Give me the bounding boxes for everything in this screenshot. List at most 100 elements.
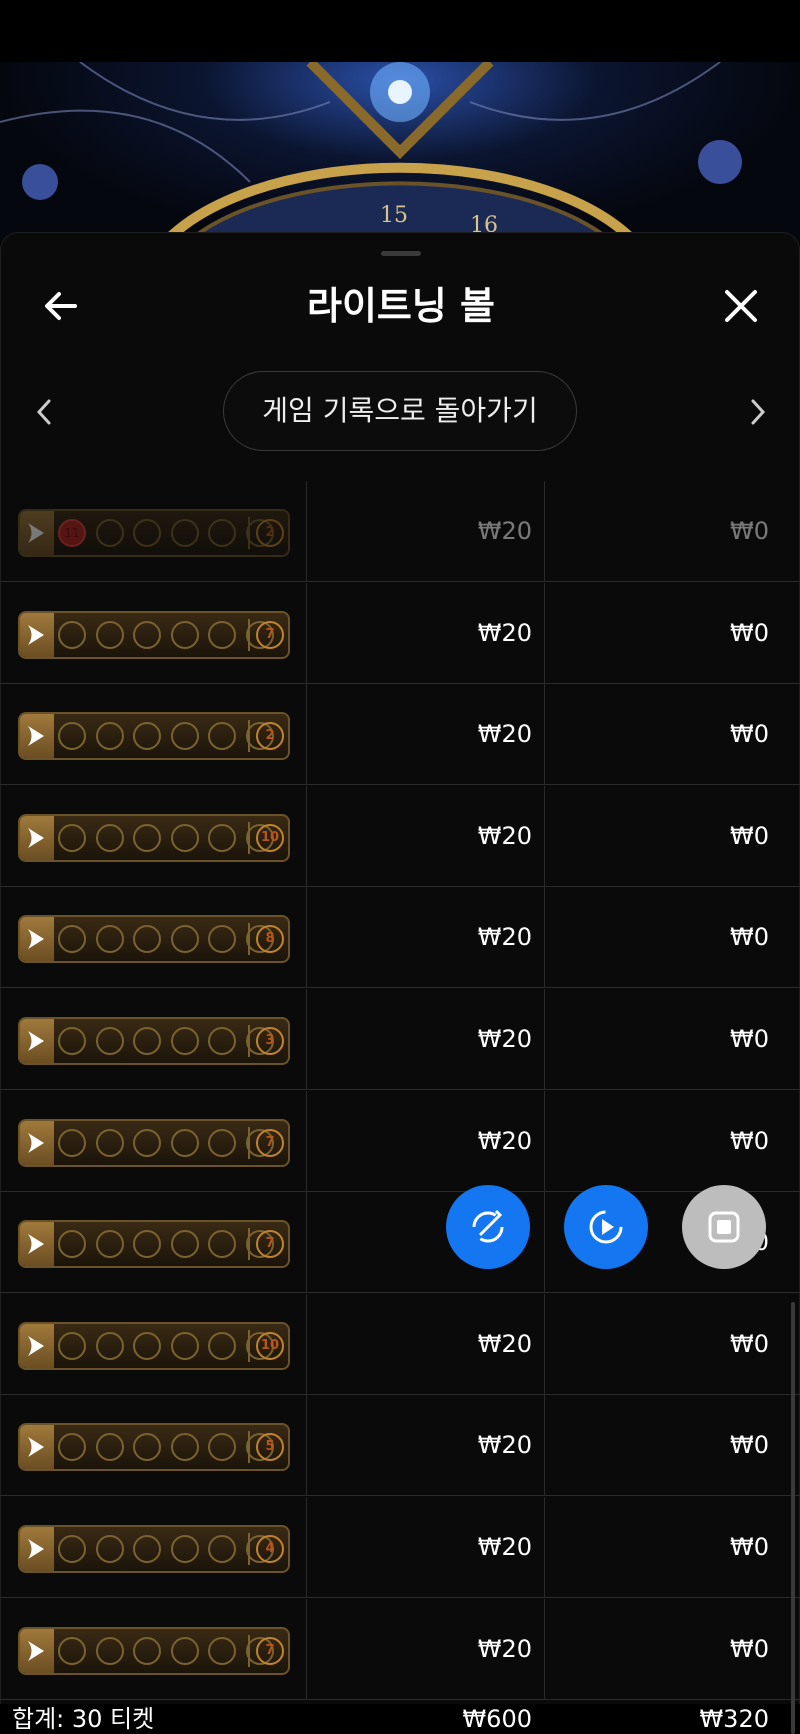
ticket-ball [133, 1027, 161, 1055]
ticket-separator [248, 1228, 250, 1260]
ticket-separator [248, 1330, 250, 1362]
column-divider [544, 887, 545, 987]
ticket-card: 10 [18, 1322, 290, 1370]
scrollbar[interactable] [791, 1302, 795, 1734]
table-row[interactable]: 10 ₩20 ₩0 [0, 1294, 800, 1395]
ticket-ball [133, 925, 161, 953]
bonus-ball: 7 [256, 1230, 284, 1258]
ticket-separator [248, 1431, 250, 1463]
table-row[interactable]: 2 ₩20 ₩0 [0, 684, 800, 785]
column-divider [306, 1599, 307, 1699]
ticket-separator [248, 923, 250, 955]
ticket-tab-icon [20, 714, 54, 758]
table-row[interactable]: 11 2 ₩20 ₩0 [0, 481, 800, 582]
column-divider [544, 1192, 545, 1292]
bonus-ball: 4 [256, 1535, 284, 1563]
ticket-ball [170, 621, 199, 649]
ticket-ball [58, 722, 86, 750]
bonus-ball: 3 [256, 1027, 284, 1055]
table-row[interactable]: 8 ₩20 ₩0 [0, 887, 800, 988]
ticket-card: 2 [18, 712, 290, 760]
wheel-art: 15 16 [0, 62, 742, 242]
ticket-separator [248, 1025, 250, 1057]
table-row[interactable]: 70 [0, 1192, 800, 1293]
ticket-ball [95, 519, 124, 547]
win-amount: ₩0 [730, 1635, 769, 1663]
ticket-ball [95, 1433, 124, 1461]
ticket-ball [170, 1027, 199, 1055]
totals-footer: 합계: 30 티켓 ₩600 ₩320 [0, 1704, 800, 1734]
ticket-ball [133, 1129, 161, 1157]
column-divider [544, 1599, 545, 1699]
sheet-grabber[interactable] [381, 251, 421, 256]
arrow-left-icon[interactable] [33, 278, 89, 334]
ticket-ball [170, 519, 199, 547]
win-amount: ₩0 [730, 517, 769, 545]
ticket-ball [208, 1332, 236, 1360]
ticket-ball [58, 1230, 86, 1258]
chevron-right-icon[interactable] [729, 384, 785, 440]
ticket-ball [170, 1433, 199, 1461]
ticket-tab-icon [20, 1527, 54, 1571]
ticket-ball [208, 1129, 236, 1157]
bet-amount: ₩20 [477, 822, 532, 850]
ticket-ball [170, 1129, 199, 1157]
ticket-ball [95, 1230, 124, 1258]
column-divider [544, 481, 545, 581]
ticket-ball [58, 1129, 86, 1157]
ticket-ball [58, 1027, 86, 1055]
status-bar [0, 0, 800, 62]
ticket-tab-icon [20, 1121, 54, 1165]
table-row[interactable]: 3 ₩20 ₩0 [0, 989, 800, 1090]
ticket-ball [208, 519, 236, 547]
table-row[interactable]: 4 ₩20 ₩0 [0, 1497, 800, 1598]
win-amount: ₩0 [730, 619, 769, 647]
ticket-ball [95, 1332, 124, 1360]
ticket-ball [95, 621, 124, 649]
ticket-ball [133, 1433, 161, 1461]
ticket-tab-icon [20, 511, 54, 555]
win-amount: ₩0 [730, 1127, 769, 1155]
ticket-ball [170, 824, 199, 852]
bonus-ball: 2 [256, 722, 284, 750]
ticket-card: 10 [18, 814, 290, 862]
bonus-ball: 7 [256, 1129, 284, 1157]
bonus-ball: 10 [256, 1332, 284, 1360]
stop-icon[interactable] [682, 1185, 766, 1269]
ticket-card: 3 [18, 1017, 290, 1065]
ticket-tab-icon [20, 1019, 54, 1063]
column-divider [306, 887, 307, 987]
ticket-ball [95, 1129, 124, 1157]
ticket-ball [208, 621, 236, 649]
table-row[interactable]: 7 ₩20 ₩0 [0, 1599, 800, 1700]
ticket-ball [133, 1230, 161, 1258]
win-amount: ₩0 [730, 1025, 769, 1053]
ticket-ball [208, 1027, 236, 1055]
column-divider [544, 1395, 545, 1495]
back-to-history-button[interactable]: 게임 기록으로 돌아가기 [223, 371, 577, 451]
ticket-ball [133, 722, 161, 750]
ticket-ball [95, 1027, 124, 1055]
close-icon[interactable] [713, 278, 769, 334]
ticket-card: 11 2 [18, 509, 290, 557]
column-divider [306, 1395, 307, 1495]
table-row[interactable]: 7 ₩20 ₩0 [0, 583, 800, 684]
total-bet: ₩600 [462, 1705, 532, 1733]
ticket-ball [133, 824, 161, 852]
column-divider [306, 1294, 307, 1394]
table-row[interactable]: 7 ₩20 ₩0 [0, 1091, 800, 1192]
table-row[interactable]: 5 ₩20 ₩0 [0, 1395, 800, 1496]
page-title: 라이트닝 볼 [306, 284, 496, 328]
chevron-left-icon[interactable] [17, 384, 73, 440]
bet-amount: ₩20 [477, 1330, 532, 1358]
ticket-card: 7 [18, 1220, 290, 1268]
ticket-ball [58, 1535, 86, 1563]
sheet-header: 라이트닝 볼 [1, 263, 799, 349]
table-row[interactable]: 10 ₩20 ₩0 [0, 786, 800, 887]
bet-amount: ₩20 [477, 1635, 532, 1663]
rotate-icon[interactable] [446, 1185, 530, 1269]
bonus-ball: 7 [256, 1637, 284, 1665]
ticket-ball [58, 925, 86, 953]
ticket-ball [95, 1637, 124, 1665]
play-record-icon[interactable] [564, 1185, 648, 1269]
